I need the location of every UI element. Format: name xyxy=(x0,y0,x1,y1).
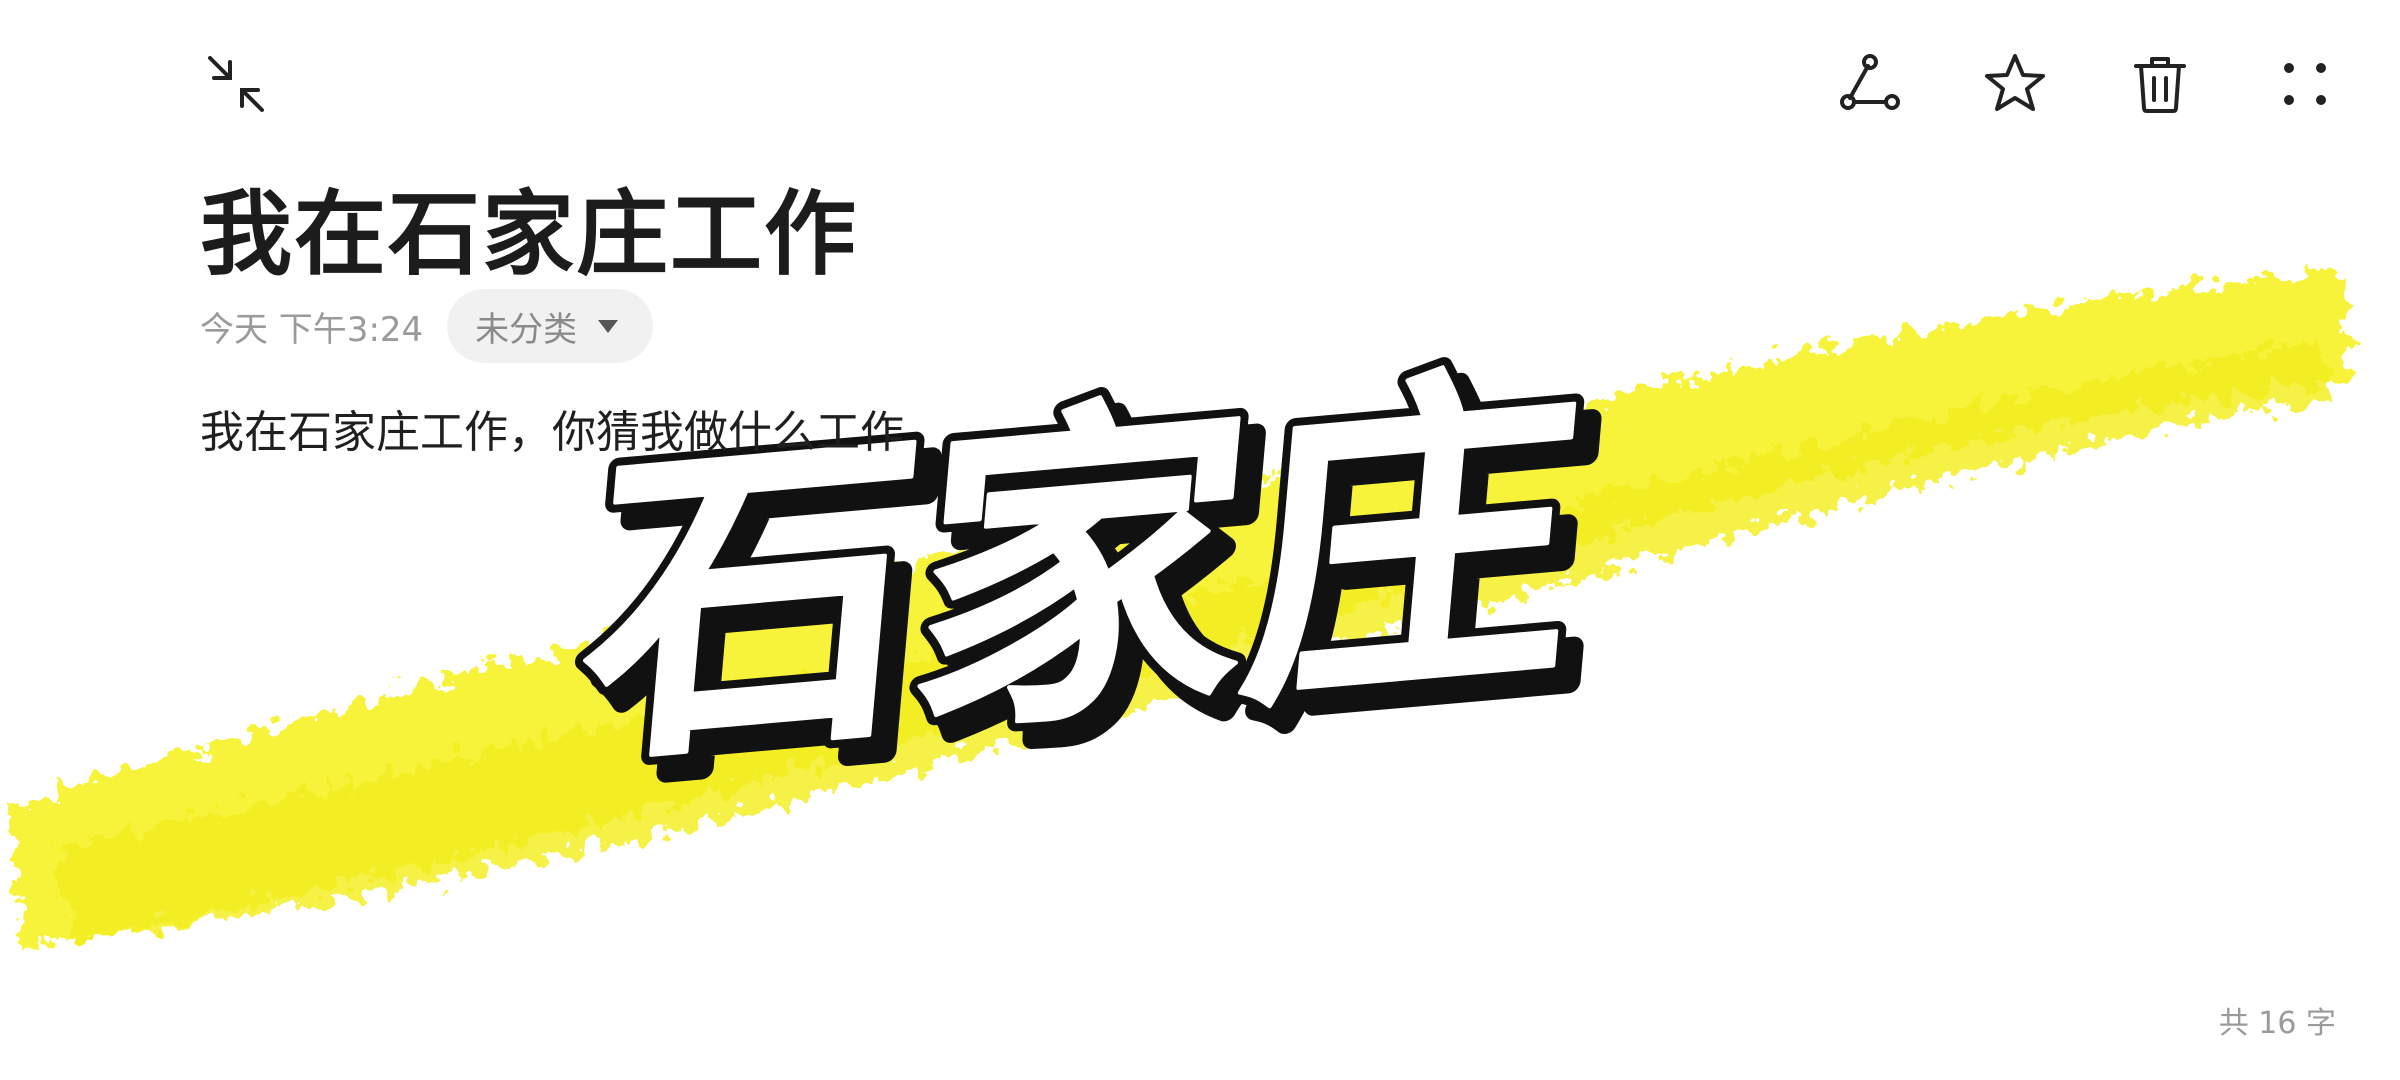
note-meta: 今天 下午3:24 未分类 xyxy=(200,288,654,364)
delete-button[interactable] xyxy=(2120,44,2200,124)
share-nodes-icon xyxy=(1840,54,1900,110)
four-dots-menu-icon xyxy=(2284,63,2326,105)
category-dropdown[interactable]: 未分类 xyxy=(447,289,654,363)
note-title[interactable]: 我在石家庄工作 xyxy=(200,160,858,293)
collapse-button[interactable] xyxy=(196,44,276,124)
trash-icon xyxy=(2134,57,2186,113)
word-count: 共 16 字 xyxy=(2218,1006,2336,1041)
note-timestamp: 今天 下午3:24 xyxy=(200,309,424,350)
favorite-button[interactable] xyxy=(1975,44,2055,124)
dropdown-triangle-icon xyxy=(598,320,619,333)
more-options-button[interactable] xyxy=(2265,44,2345,124)
share-button[interactable] xyxy=(1830,44,1910,124)
collapse-arrows-icon xyxy=(208,56,264,112)
note-body[interactable]: 我在石家庄工作，你猜我做什么工作 xyxy=(200,396,904,460)
category-label: 未分类 xyxy=(475,309,578,350)
star-icon xyxy=(1985,54,2045,111)
note-detail-page: 石家庄 石家庄 石家庄 我在石家庄工作 今天 下午3:24 未分类 我在石家庄工… xyxy=(0,0,2400,1080)
